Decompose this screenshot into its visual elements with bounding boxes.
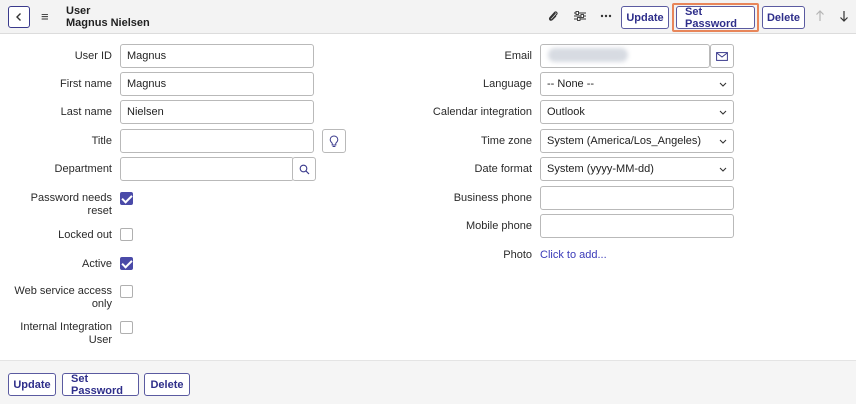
header-update-button[interactable]: Update	[621, 6, 669, 29]
first-name-label: First name	[60, 78, 112, 90]
envelope-icon	[716, 51, 728, 61]
user-id-label: User ID	[74, 50, 112, 62]
photo-label: Photo	[503, 249, 532, 261]
language-select-value: -- None --	[547, 78, 595, 90]
calendar-integration-label: Calendar integration	[432, 106, 532, 118]
internal-integration-label-line2: User	[88, 334, 112, 346]
mobile-phone-label: Mobile phone	[465, 220, 532, 232]
locked-out-label: Locked out	[58, 229, 112, 241]
footer-delete-button[interactable]: Delete	[144, 373, 190, 396]
time-zone-select-value: System (America/Los_Angeles)	[547, 135, 702, 147]
paperclip-icon[interactable]	[545, 8, 561, 24]
title-input[interactable]	[120, 129, 314, 153]
more-icon[interactable]	[598, 8, 614, 24]
time-zone-select[interactable]: System (America/Los_Angeles)	[540, 129, 734, 153]
locked-out-checkbox[interactable]	[120, 228, 133, 241]
web-service-access-label: Web service access only	[4, 285, 112, 311]
back-button[interactable]	[8, 6, 30, 28]
active-label: Active	[82, 258, 112, 270]
calendar-integration-select[interactable]: Outlook	[540, 100, 734, 124]
time-zone-label: Time zone	[481, 135, 532, 147]
footer-set-password-button[interactable]: Set Password	[62, 373, 139, 397]
search-icon	[299, 164, 309, 174]
language-select[interactable]: -- None --	[540, 72, 734, 96]
password-needs-reset-checkbox[interactable]	[120, 192, 133, 205]
title-label: Title	[91, 135, 112, 147]
email-value-blurred	[548, 48, 628, 62]
last-name-label: Last name	[60, 106, 112, 118]
chevron-left-icon	[16, 13, 21, 21]
email-send-button[interactable]	[710, 44, 734, 68]
date-format-select-value: System (yyyy-MM-dd)	[547, 163, 654, 175]
form-header: ≡ User Magnus Nielsen Update Set Passwor…	[0, 0, 856, 34]
hamburger-icon[interactable]: ≡	[41, 9, 49, 24]
chevron-down-icon	[719, 167, 727, 172]
mobile-phone-input[interactable]	[540, 214, 734, 238]
department-search-button[interactable]	[292, 157, 316, 181]
web-service-access-label-line1: Web service access	[14, 285, 112, 297]
header-set-password-button[interactable]: Set Password	[676, 6, 755, 30]
date-format-label: Date format	[474, 163, 532, 175]
record-name: Magnus Nielsen	[66, 17, 150, 29]
business-phone-label: Business phone	[453, 192, 532, 204]
web-service-access-label-line2: only	[91, 298, 112, 310]
first-name-input[interactable]: Magnus	[120, 72, 314, 96]
language-label: Language	[483, 78, 532, 90]
chevron-down-icon	[719, 139, 727, 144]
table-name: User	[66, 5, 91, 17]
arrow-down-icon[interactable]	[836, 8, 852, 24]
photo-add-link[interactable]: Click to add...	[540, 249, 607, 261]
footer-update-button[interactable]: Update	[8, 373, 56, 396]
date-format-select[interactable]: System (yyyy-MM-dd)	[540, 157, 734, 181]
record-title: User Magnus Nielsen	[66, 5, 150, 29]
settings-sliders-icon[interactable]	[572, 8, 588, 24]
chevron-down-icon	[719, 110, 727, 115]
department-label: Department	[54, 163, 112, 175]
password-needs-reset-label-line1: Password needs	[30, 192, 112, 204]
web-service-access-checkbox[interactable]	[120, 285, 133, 298]
lightbulb-icon	[329, 134, 339, 147]
email-label: Email	[504, 50, 532, 62]
internal-integration-checkbox[interactable]	[120, 321, 133, 334]
internal-integration-label-line1: Internal Integration	[20, 321, 112, 333]
internal-integration-label: Internal Integration User	[4, 321, 112, 347]
header-delete-button[interactable]: Delete	[762, 6, 805, 29]
business-phone-input[interactable]	[540, 186, 734, 210]
arrow-up-icon[interactable]	[812, 8, 828, 24]
password-needs-reset-label-line2: reset	[87, 205, 112, 217]
last-name-input[interactable]: Nielsen	[120, 100, 314, 124]
title-lookup-button[interactable]	[322, 129, 346, 153]
calendar-integration-select-value: Outlook	[547, 106, 585, 118]
chevron-down-icon	[719, 82, 727, 87]
active-checkbox[interactable]	[120, 257, 133, 270]
password-needs-reset-label: Password needs reset	[10, 192, 112, 218]
user-id-input[interactable]: Magnus	[120, 44, 314, 68]
department-input[interactable]	[120, 157, 294, 181]
